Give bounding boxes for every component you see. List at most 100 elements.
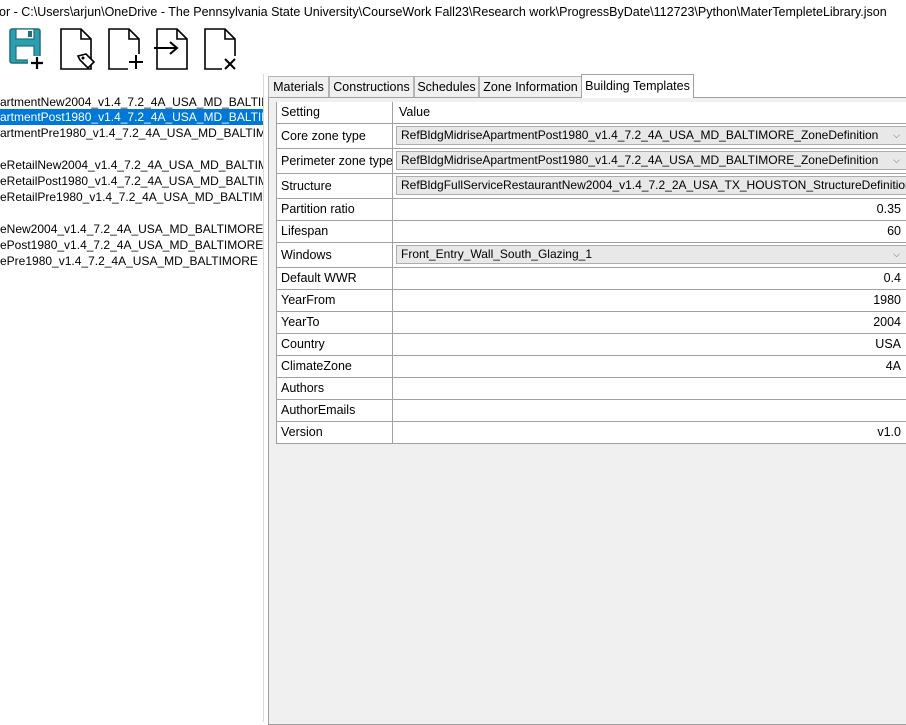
chevron-down-icon: ⌵: [893, 180, 900, 190]
tree-item-label: eRetailNew2004_v1.4_7.2_4A_USA_MD_BALTIM…: [0, 158, 263, 172]
setting-label: Default WWR: [277, 268, 393, 289]
author-emails-field[interactable]: [393, 400, 906, 421]
setting-label: Country: [277, 334, 393, 355]
lifespan-field[interactable]: 60: [393, 221, 906, 242]
save-add-button[interactable]: [6, 26, 48, 72]
value-cell: RefBldgMidriseApartmentPost1980_v1.4_7.2…: [393, 124, 906, 148]
window-title: or - C:\Users\arjun\OneDrive - The Penns…: [0, 5, 887, 19]
table-row: Perimeter zone type RefBldgMidriseApartm…: [277, 149, 906, 174]
chevron-down-icon: ⌵: [893, 249, 900, 259]
tab-schedules[interactable]: Schedules: [414, 76, 479, 97]
climate-zone-field[interactable]: 4A: [393, 356, 906, 377]
splitter[interactable]: [263, 74, 264, 722]
tree-item[interactable]: eRetailPost1980_v1.4_7.2_4A_USA_MD_BALTI…: [0, 173, 263, 189]
tree-item-selected[interactable]: artmentPost1980_v1.4_7.2_4A_USA_MD_BALTI…: [0, 109, 263, 125]
setting-label: Authors: [277, 378, 393, 399]
select-value: RefBldgMidriseApartmentPost1980_v1.4_7.2…: [401, 153, 879, 167]
document-tag-icon: [60, 28, 96, 70]
partition-ratio-field[interactable]: 0.35: [393, 199, 906, 220]
grid-header: Setting Value: [277, 102, 906, 124]
delete-document-button[interactable]: [200, 26, 242, 72]
table-row: YearFrom 1980: [277, 290, 906, 312]
chevron-down-icon: ⌵: [893, 155, 900, 165]
property-grid: Setting Value Core zone type RefBldgMidr…: [276, 102, 906, 444]
tree-item-label: ePre1980_v1.4_7.2_4A_USA_MD_BALTIMORE: [0, 254, 258, 268]
country-field[interactable]: USA: [393, 334, 906, 355]
tab-strip: Materials Constructions Schedules Zone I…: [268, 74, 906, 98]
document-x-icon: [204, 28, 240, 71]
column-header-value[interactable]: Value: [393, 102, 906, 123]
tab-label: Zone Information: [483, 80, 578, 94]
version-field[interactable]: v1.0: [393, 422, 906, 443]
core-zone-type-select[interactable]: RefBldgMidriseApartmentPost1980_v1.4_7.2…: [396, 126, 906, 145]
year-from-field[interactable]: 1980: [393, 290, 906, 311]
value-cell: RefBldgFullServiceRestaurantNew2004_v1.4…: [393, 174, 906, 198]
setting-label: Partition ratio: [277, 199, 393, 220]
tree-item-label: artmentPre1980_v1.4_7.2_4A_USA_MD_BALTIM…: [0, 126, 263, 140]
setting-label: Version: [277, 422, 393, 443]
tab-label: Materials: [273, 80, 324, 94]
setting-label: ClimateZone: [277, 356, 393, 377]
chevron-down-icon: ⌵: [893, 130, 900, 140]
setting-label: YearTo: [277, 312, 393, 333]
tab-constructions[interactable]: Constructions: [329, 76, 414, 97]
default-wwr-field[interactable]: 0.4: [393, 268, 906, 289]
table-row: Windows Front_Entry_Wall_South_Glazing_1…: [277, 243, 906, 268]
table-row: YearTo 2004: [277, 312, 906, 334]
document-arrow-icon: [154, 28, 188, 70]
column-header-setting[interactable]: Setting: [277, 102, 393, 123]
tree-item[interactable]: eRetailPre1980_v1.4_7.2_4A_USA_MD_BALTIM…: [0, 189, 263, 205]
perimeter-zone-type-select[interactable]: RefBldgMidriseApartmentPost1980_v1.4_7.2…: [396, 151, 906, 170]
tab-building-templates[interactable]: Building Templates: [581, 74, 694, 98]
tree-item-label: eRetailPre1980_v1.4_7.2_4A_USA_MD_BALTIM…: [0, 190, 263, 204]
setting-label: AuthorEmails: [277, 400, 393, 421]
tab-label: Building Templates: [585, 79, 690, 93]
tab-zone-information[interactable]: Zone Information: [479, 76, 582, 97]
tree-item[interactable]: artmentPre1980_v1.4_7.2_4A_USA_MD_BALTIM…: [0, 125, 263, 141]
tree-item[interactable]: artmentNew2004_v1.4_7.2_4A_USA_MD_BALTIM…: [0, 94, 263, 110]
setting-label: Lifespan: [277, 221, 393, 242]
select-value: RefBldgMidriseApartmentPost1980_v1.4_7.2…: [401, 128, 879, 142]
table-row: Version v1.0: [277, 422, 906, 444]
tree-item-label: eNew2004_v1.4_7.2_4A_USA_MD_BALTIMORE: [0, 222, 263, 236]
table-row: Core zone type RefBldgMidriseApartmentPo…: [277, 124, 906, 149]
year-to-field[interactable]: 2004: [393, 312, 906, 333]
table-row: Structure RefBldgFullServiceRestaurantNe…: [277, 174, 906, 199]
select-value: RefBldgFullServiceRestaurantNew2004_v1.4…: [401, 178, 906, 192]
import-button[interactable]: [152, 26, 194, 72]
tag-document-button[interactable]: [56, 26, 98, 72]
tree-item-label: artmentNew2004_v1.4_7.2_4A_USA_MD_BALTIM…: [0, 95, 263, 109]
new-document-button[interactable]: [104, 26, 146, 72]
table-row: Default WWR 0.4: [277, 268, 906, 290]
table-row: Lifespan 60: [277, 221, 906, 243]
select-value: Front_Entry_Wall_South_Glazing_1: [401, 247, 592, 261]
toolbar: [0, 26, 906, 72]
tree-item[interactable]: ePost1980_v1.4_7.2_4A_USA_MD_BALTIMORE: [0, 237, 263, 253]
window-title-bar: or - C:\Users\arjun\OneDrive - The Penns…: [0, 0, 906, 24]
setting-label: YearFrom: [277, 290, 393, 311]
save-plus-icon: [9, 28, 46, 70]
table-row: ClimateZone 4A: [277, 356, 906, 378]
table-row: Authors: [277, 378, 906, 400]
windows-select[interactable]: Front_Entry_Wall_South_Glazing_1 ⌵: [396, 245, 906, 264]
structure-select[interactable]: RefBldgFullServiceRestaurantNew2004_v1.4…: [396, 176, 906, 195]
setting-label: Windows: [277, 243, 393, 267]
tree-item[interactable]: eNew2004_v1.4_7.2_4A_USA_MD_BALTIMORE: [0, 221, 263, 237]
tree-item-label: ePost1980_v1.4_7.2_4A_USA_MD_BALTIMORE: [0, 238, 263, 252]
template-tree[interactable]: artmentNew2004_v1.4_7.2_4A_USA_MD_BALTIM…: [0, 74, 263, 722]
table-row: Country USA: [277, 334, 906, 356]
document-plus-icon: [108, 28, 144, 70]
tab-materials[interactable]: Materials: [268, 76, 329, 97]
setting-label: Structure: [277, 174, 393, 198]
tree-item[interactable]: eRetailNew2004_v1.4_7.2_4A_USA_MD_BALTIM…: [0, 157, 263, 173]
tree-item[interactable]: ePre1980_v1.4_7.2_4A_USA_MD_BALTIMORE: [0, 253, 263, 269]
tree-item-label: eRetailPost1980_v1.4_7.2_4A_USA_MD_BALTI…: [0, 174, 263, 188]
tab-label: Constructions: [333, 80, 410, 94]
value-cell: Front_Entry_Wall_South_Glazing_1 ⌵: [393, 243, 906, 267]
table-row: Partition ratio 0.35: [277, 199, 906, 221]
tab-label: Schedules: [417, 80, 476, 94]
authors-field[interactable]: [393, 378, 906, 399]
setting-label: Core zone type: [277, 124, 393, 148]
tree-item-label: artmentPost1980_v1.4_7.2_4A_USA_MD_BALTI…: [0, 110, 263, 124]
value-cell: RefBldgMidriseApartmentPost1980_v1.4_7.2…: [393, 149, 906, 173]
